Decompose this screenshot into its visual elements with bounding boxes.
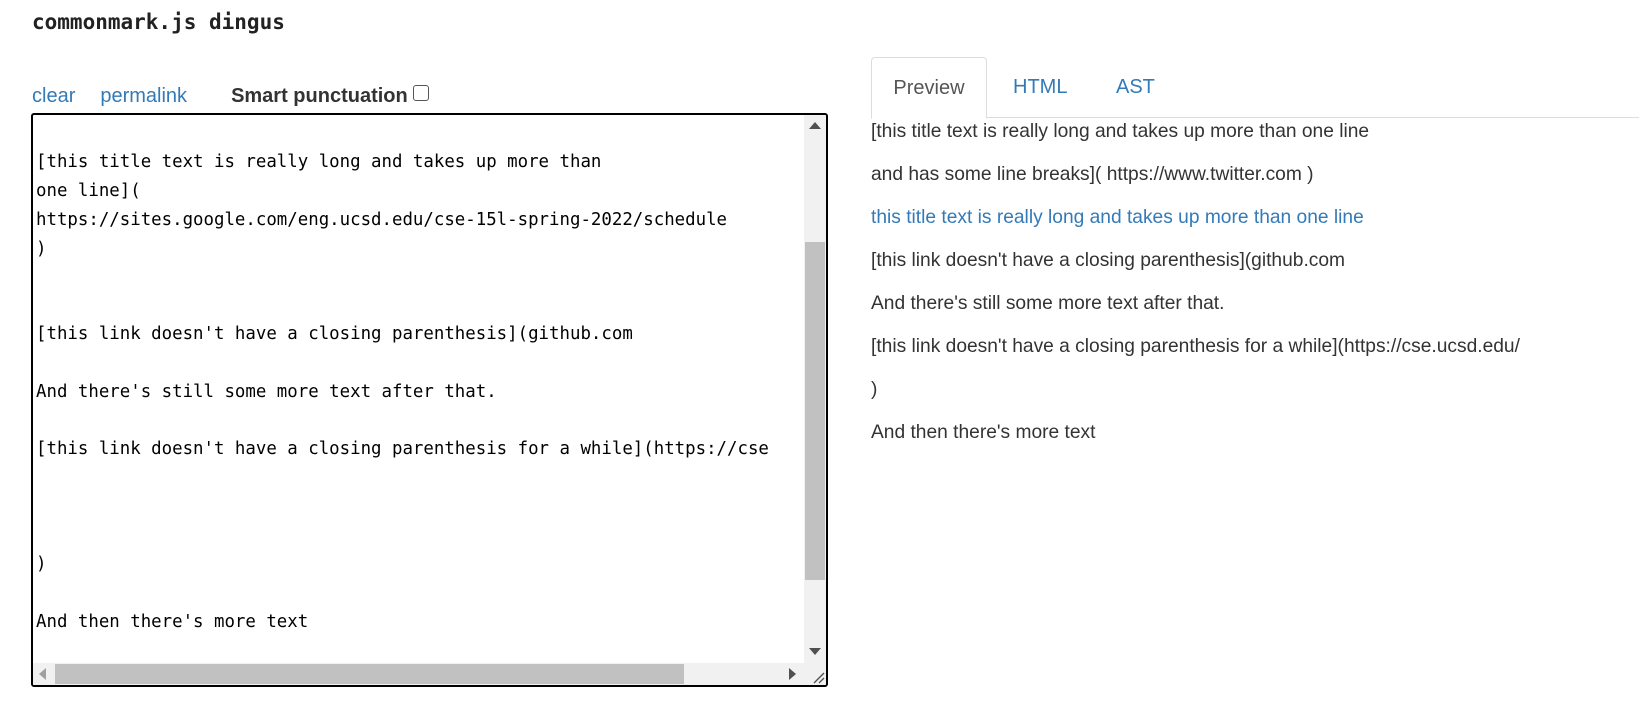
vertical-scroll-thumb[interactable] xyxy=(805,242,825,580)
resize-grip-icon[interactable] xyxy=(804,663,826,685)
editor-vertical-scrollbar[interactable] xyxy=(804,115,826,663)
editor-horizontal-scrollbar[interactable] xyxy=(33,663,804,685)
editor-line: And there's still some more text after t… xyxy=(36,382,497,402)
editor-line: ) xyxy=(36,554,47,574)
editor-line: [this title text is really long and take… xyxy=(36,152,602,172)
preview-line: And there's still some more text after t… xyxy=(871,293,1225,314)
editor-line: https://sites.google.com/eng.ucsd.edu/cs… xyxy=(36,210,728,230)
editor-line: And then there's more text xyxy=(36,612,309,632)
editor-line: [this link doesn't have a closing parent… xyxy=(36,439,769,459)
editor-line: one line]( xyxy=(36,181,141,201)
preview-line: And then there's more text xyxy=(871,422,1096,443)
output-tabs: Preview HTML AST xyxy=(871,57,1639,119)
horizontal-scroll-thumb[interactable] xyxy=(55,664,684,684)
clear-link[interactable]: clear xyxy=(32,85,75,108)
scroll-up-arrow-icon[interactable] xyxy=(809,122,821,129)
editor-toolbar: clear permalink Smart punctuation xyxy=(32,82,429,110)
tab-html[interactable]: HTML xyxy=(1013,57,1067,117)
preview-line: ) xyxy=(871,379,878,400)
app-title: commonmark.js dingus xyxy=(32,10,285,34)
tab-ast[interactable]: AST xyxy=(1116,57,1155,117)
preview-line: [this link doesn't have a closing parent… xyxy=(871,250,1346,271)
preview-link[interactable]: this title text is really long and takes… xyxy=(871,204,1364,232)
permalink-link[interactable]: permalink xyxy=(100,85,187,108)
preview-pane: [this title text is really long and take… xyxy=(871,118,1639,458)
dingus-page: commonmark.js dingus clear permalink Sma… xyxy=(0,0,1639,726)
tab-preview[interactable]: Preview xyxy=(871,57,987,119)
scroll-down-arrow-icon[interactable] xyxy=(809,648,821,655)
preview-line: [this title text is really long and take… xyxy=(871,121,1370,142)
editor-line: ) xyxy=(36,239,47,259)
smart-punctuation-option[interactable]: Smart punctuation xyxy=(231,85,429,108)
scroll-left-arrow-icon[interactable] xyxy=(39,668,46,680)
editor-line: [this link doesn't have a closing parent… xyxy=(36,324,633,344)
smart-punctuation-label: Smart punctuation xyxy=(231,84,408,107)
preview-line: [this link doesn't have a closing parent… xyxy=(871,336,1520,357)
scroll-right-arrow-icon[interactable] xyxy=(789,668,796,680)
markdown-textarea[interactable]: [this title text is really long and take… xyxy=(36,115,802,659)
preview-line: and has some line breaks]( https://www.t… xyxy=(871,164,1314,185)
markdown-editor[interactable]: [this title text is really long and take… xyxy=(31,113,828,687)
smart-punctuation-checkbox[interactable] xyxy=(412,85,429,101)
